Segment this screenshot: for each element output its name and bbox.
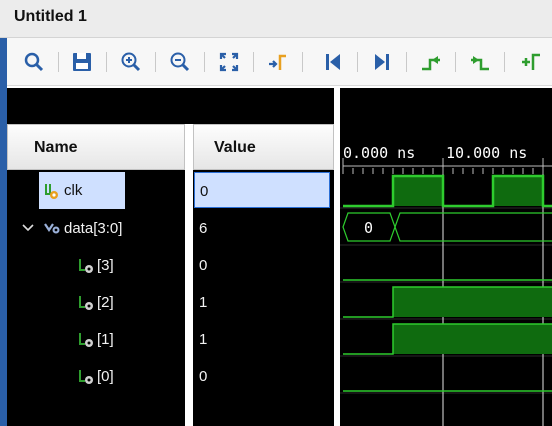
- window-title: Untitled 1: [14, 8, 87, 25]
- value-cell-data1[interactable]: 1: [193, 321, 334, 358]
- waveform-clk[interactable]: [343, 174, 552, 208]
- zoom-in-button[interactable]: [119, 50, 143, 74]
- previous-transition-icon: [422, 56, 440, 71]
- waveform-data1[interactable]: [343, 323, 552, 355]
- signal-row-clk[interactable]: clk: [7, 172, 185, 209]
- value-text-data: 6: [199, 220, 208, 237]
- toolbar-separator: [455, 52, 456, 72]
- value-cell-data2[interactable]: 1: [193, 284, 334, 321]
- bus-value-label: 0: [364, 219, 374, 237]
- waveform-data-bus[interactable]: [342, 212, 552, 242]
- signal-row-data3[interactable]: [3]: [7, 247, 185, 284]
- add-marker-button[interactable]: [519, 50, 543, 74]
- signal-name-data2: [2]: [97, 294, 114, 311]
- value-column-header[interactable]: Value: [193, 124, 334, 170]
- clock-signal-icon: [43, 182, 61, 200]
- name-column-header[interactable]: Name: [7, 124, 185, 170]
- signal-row-data0[interactable]: [0]: [7, 358, 185, 395]
- next-transition-icon: [471, 56, 489, 71]
- save-icon: [73, 53, 91, 71]
- time-tick-label: 0.000 ns: [343, 144, 416, 162]
- bit-signal-icon: [77, 331, 95, 349]
- waveform-panel[interactable]: 0.000 ns 10.000 ns 0: [340, 88, 552, 426]
- left-accent-bar: [0, 38, 7, 426]
- bit-signal-icon: [77, 294, 95, 312]
- go-to-time-zero-button[interactable]: [321, 50, 345, 74]
- name-panel: Name clk data[3:0] [3] [2] [1] [0]: [7, 124, 185, 426]
- magnifier-icon: [24, 52, 44, 72]
- toolbar-separator: [58, 52, 59, 72]
- panel-top-strip: [7, 88, 334, 124]
- toolbar-separator: [204, 52, 205, 72]
- value-text-data2: 1: [199, 294, 208, 311]
- add-marker-icon: [522, 53, 540, 70]
- bit-signal-icon: [77, 257, 95, 275]
- signal-name-data0: [0]: [97, 368, 114, 385]
- value-text-data3: 0: [199, 257, 208, 274]
- value-text-clk: 0: [200, 183, 209, 200]
- zoom-fit-button[interactable]: [217, 50, 241, 74]
- title-bar: Untitled 1: [0, 0, 552, 38]
- signal-name-clk: clk: [64, 182, 83, 199]
- toolbar-separator: [504, 52, 505, 72]
- signal-name-data3: [3]: [97, 257, 114, 274]
- next-transition-button[interactable]: [468, 50, 492, 74]
- go-to-cursor-icon: [269, 54, 286, 70]
- value-cell-data3[interactable]: 0: [193, 247, 334, 284]
- go-to-time-zero-icon: [326, 54, 340, 70]
- value-cell-data[interactable]: 6: [193, 210, 334, 247]
- value-cell-clk[interactable]: 0: [194, 172, 330, 208]
- zoom-out-button[interactable]: [168, 50, 192, 74]
- toolbar-separator: [406, 52, 407, 72]
- column-splitter[interactable]: [185, 124, 193, 426]
- signal-name-data: data[3:0]: [64, 220, 123, 237]
- zoom-in-icon: [121, 52, 141, 72]
- value-text-data1: 1: [199, 331, 208, 348]
- toolbar-separator: [302, 52, 303, 72]
- toolbar-separator: [253, 52, 254, 72]
- go-to-last-time-button[interactable]: [370, 50, 394, 74]
- signal-row-data2[interactable]: [2]: [7, 284, 185, 321]
- value-text-data0: 0: [199, 368, 208, 385]
- toolbar-separator: [357, 52, 358, 72]
- save-button[interactable]: [70, 50, 94, 74]
- bit-signal-icon: [77, 368, 95, 386]
- zoom-fit-icon: [219, 52, 239, 72]
- value-column-header-label: Value: [214, 139, 256, 156]
- value-cell-data0[interactable]: 0: [193, 358, 334, 395]
- name-column-header-label: Name: [34, 139, 78, 156]
- search-button[interactable]: [22, 50, 46, 74]
- toolbar: [7, 38, 552, 86]
- signal-row-data[interactable]: data[3:0]: [7, 210, 185, 247]
- previous-transition-button[interactable]: [419, 50, 443, 74]
- go-to-last-time-icon: [375, 54, 389, 70]
- chevron-down-icon[interactable]: [21, 220, 35, 236]
- waveform-data2[interactable]: [343, 286, 552, 318]
- value-panel: Value 0 6 0 1 1 0: [193, 124, 334, 426]
- toolbar-separator: [106, 52, 107, 72]
- zoom-out-icon: [170, 52, 190, 72]
- time-tick-label: 10.000 ns: [446, 144, 528, 162]
- waveform-canvas[interactable]: [340, 88, 552, 426]
- toolbar-separator: [155, 52, 156, 72]
- signal-name-data1: [1]: [97, 331, 114, 348]
- bus-signal-icon: [43, 220, 61, 238]
- go-to-cursor-button[interactable]: [266, 50, 290, 74]
- signal-row-data1[interactable]: [1]: [7, 321, 185, 358]
